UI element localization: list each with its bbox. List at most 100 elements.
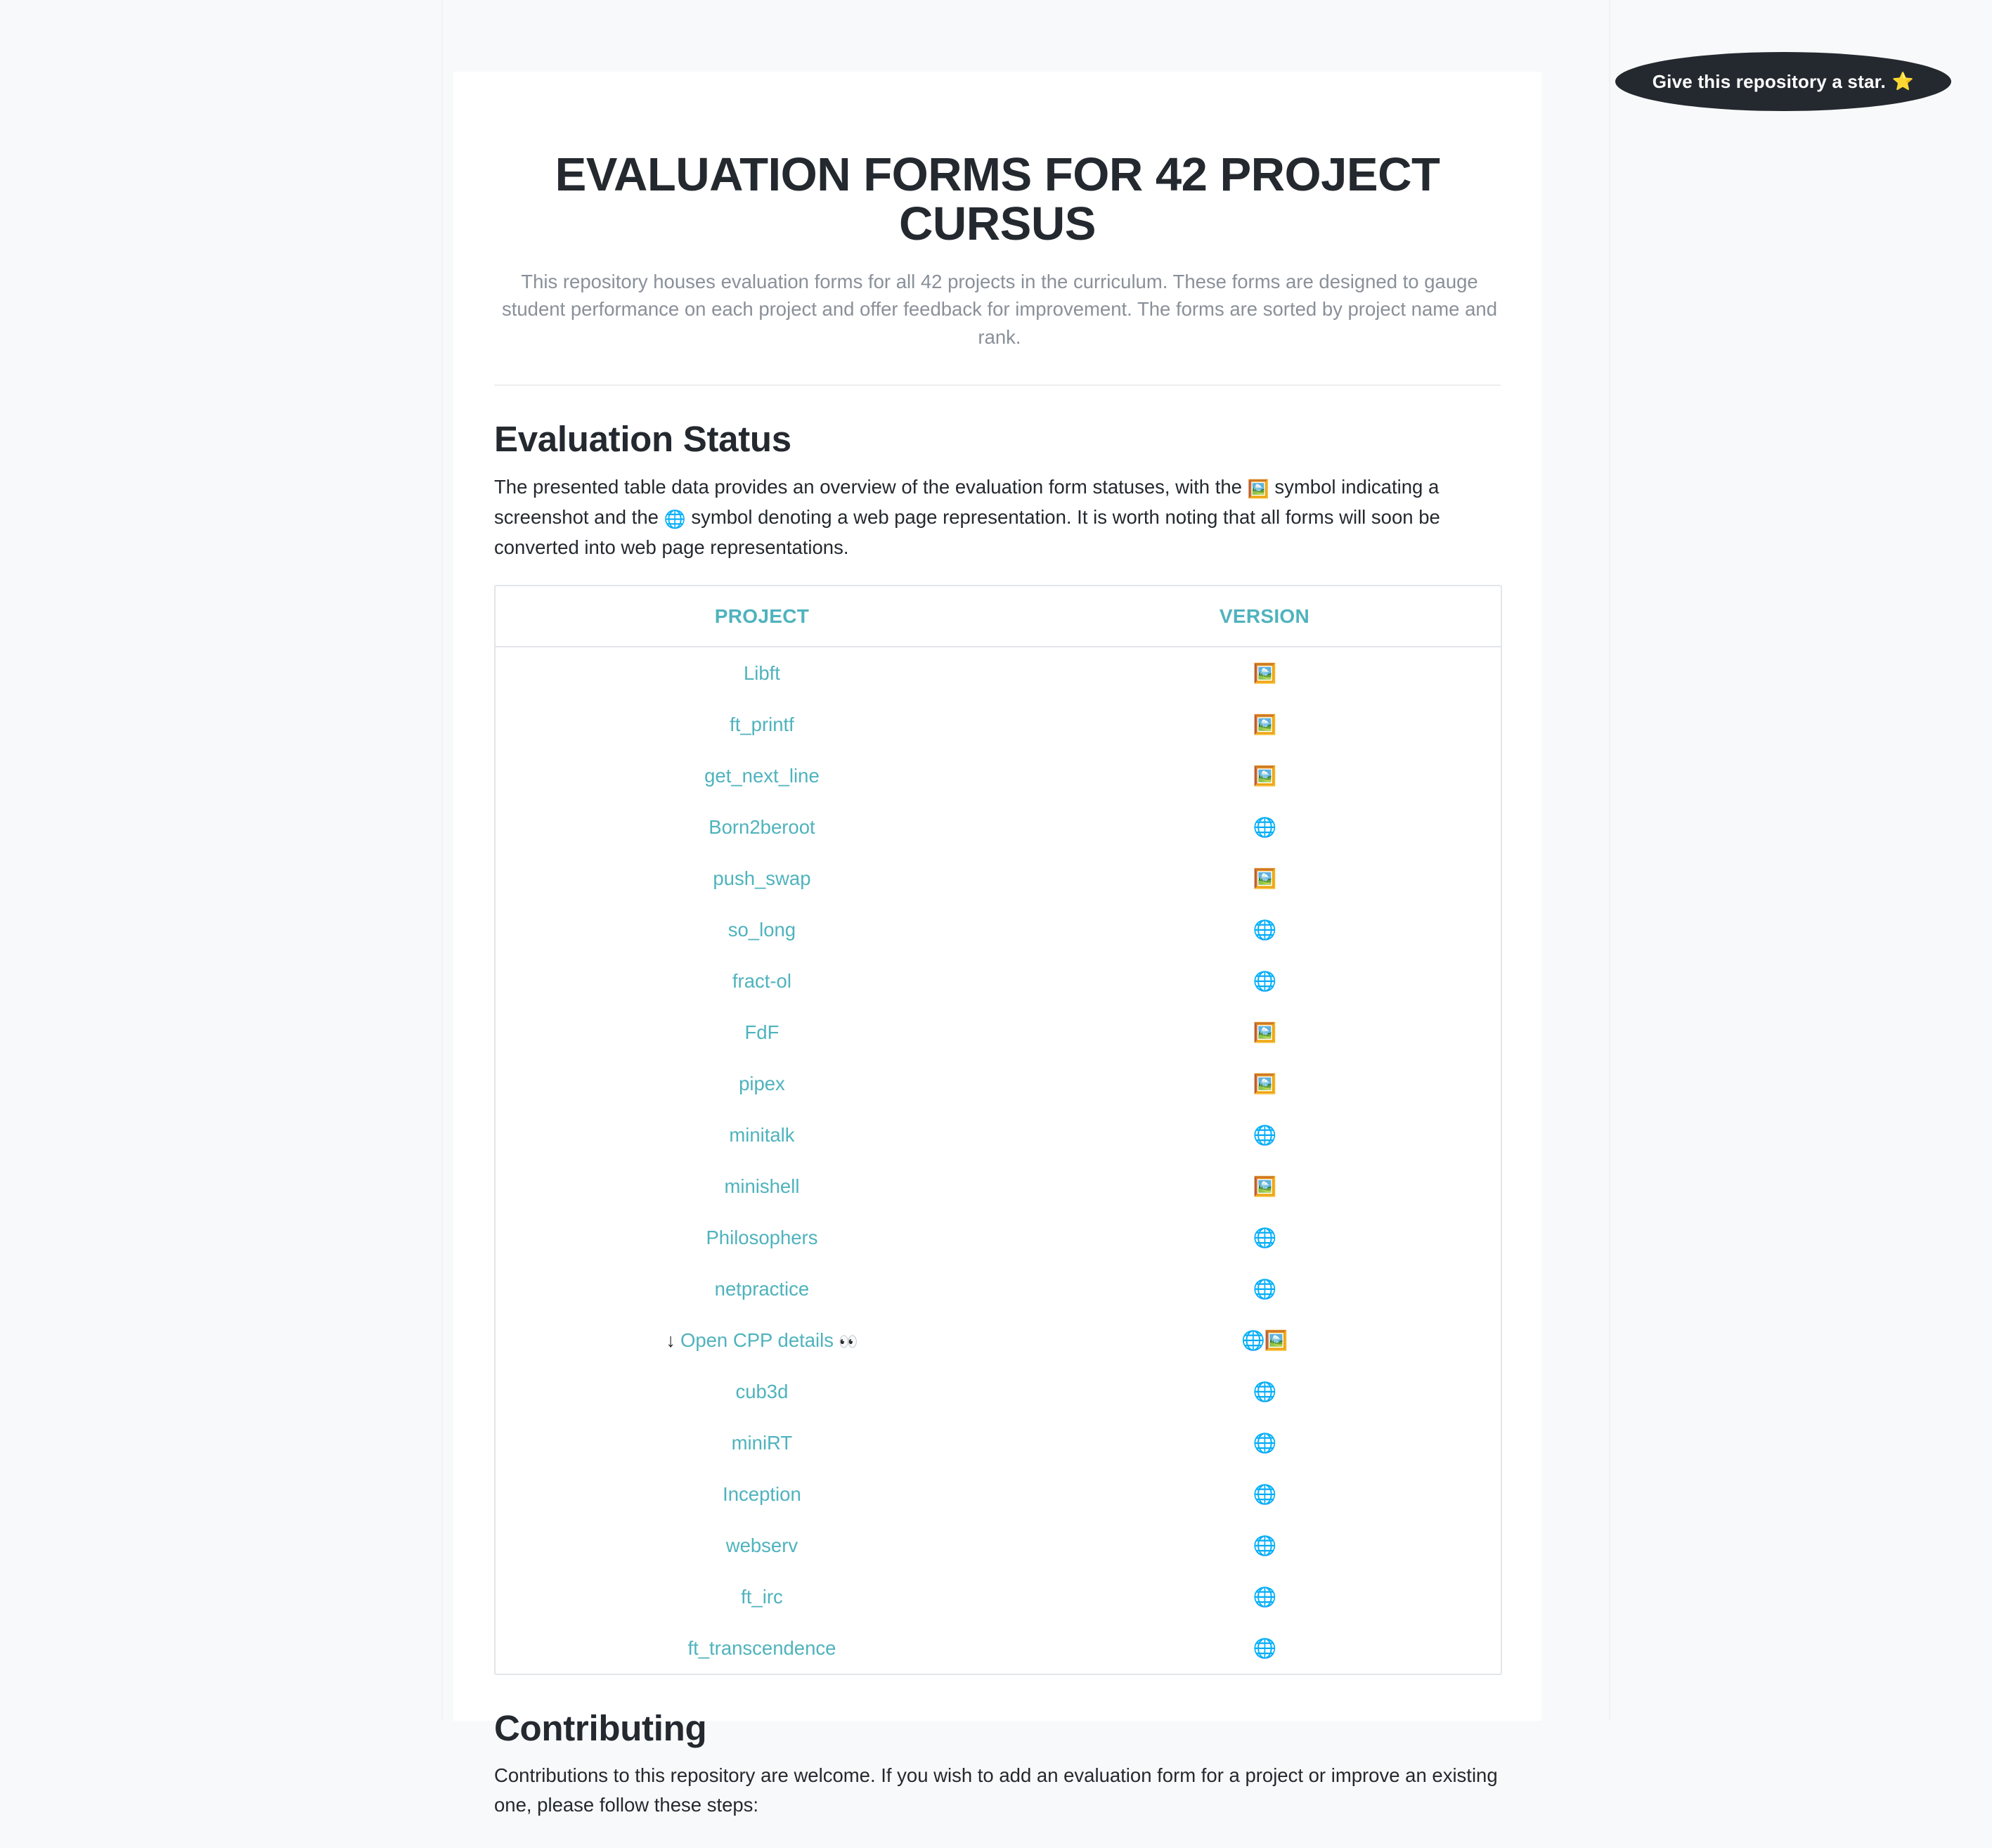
project-cell: FdF [496,1007,1028,1058]
project-cell: Born2beroot [496,801,1028,853]
table-row: Philosophers 🌐 [496,1212,1501,1263]
project-cell: ft_irc [496,1571,1028,1622]
star-badge-label: Give this repository a star. [1652,70,1886,92]
evaluation-status-heading: Evaluation Status [494,419,791,460]
version-cell: 🌐 [1253,1586,1277,1608]
contributing-description: Contributions to this repository are wel… [494,1764,1498,1816]
version-cell: 🖼️ [1253,713,1277,735]
table-row: ft_transcendence 🌐 [496,1622,1501,1674]
open-cpp-details-label: Open CPP details [680,1329,834,1352]
table-row: get_next_line 🖼️ [496,750,1501,801]
star-emoji-icon: ⭐ [1891,71,1915,91]
version-cell: 🖼️ [1253,1021,1277,1043]
project-link[interactable]: Libft [744,662,780,684]
evaluation-status-description: The presented table data provides an ove… [494,472,1501,562]
table-row: so_long 🌐 [496,904,1501,955]
project-cell: push_swap [496,853,1028,904]
project-cell: minishell [496,1161,1028,1212]
table-row: miniRT 🌐 [496,1417,1501,1468]
version-cell: 🖼️ [1253,765,1277,787]
eyes-icon: 👀 [839,1333,858,1351]
table-row: ↓ Open CPP details 👀 🌐🖼️ [496,1314,1501,1366]
project-link[interactable]: ft_irc [741,1586,783,1608]
column-header-version: VERSION [1028,586,1501,648]
version-cell: 🌐 [1253,1534,1277,1556]
star-repository-badge[interactable]: Give this repository a star. ⭐ [1615,52,1951,111]
project-cell: minitalk [496,1109,1028,1161]
contributing-heading: Contributing [494,1708,707,1749]
project-link[interactable]: ft_printf [730,713,794,735]
project-link[interactable]: get_next_line [704,765,820,787]
project-link[interactable]: pipex [739,1073,785,1094]
project-cell: Inception [496,1468,1028,1520]
globe-icon: 🌐 [664,509,686,529]
table-row: ft_irc 🌐 [496,1571,1501,1622]
project-cell: so_long [496,904,1028,955]
table-row: FdF 🖼️ [496,1007,1501,1058]
version-cell: 🖼️ [1253,662,1277,684]
version-cell: 🌐 [1253,1637,1277,1659]
project-cell: pipex [496,1058,1028,1109]
project-link[interactable]: Philosophers [706,1227,817,1248]
column-header-project: PROJECT [496,586,1028,648]
project-link[interactable]: so_long [728,919,796,941]
project-link[interactable]: webserv [726,1534,798,1556]
project-cell: fract-ol [496,955,1028,1007]
table-row: pipex 🖼️ [496,1058,1501,1109]
version-cell: 🌐 [1253,1432,1277,1454]
project-link[interactable]: FdF [745,1021,780,1043]
project-cell: ft_transcendence [496,1622,1028,1674]
table-row: ft_printf 🖼️ [496,699,1501,750]
project-cell: netpractice [496,1263,1028,1314]
project-cell: get_next_line [496,750,1028,801]
version-cell: 🌐 [1253,816,1277,838]
project-link[interactable]: fract-ol [732,970,791,992]
table-header-row: PROJECT VERSION [496,586,1501,648]
version-cell: 🌐 [1253,970,1277,992]
project-cell: webserv [496,1520,1028,1571]
table-row: Born2beroot 🌐 [496,801,1501,853]
version-cell: 🖼️ [1253,867,1277,889]
project-link[interactable]: Inception [723,1483,801,1505]
table-head: PROJECT VERSION [496,586,1501,648]
project-cell: ↓ Open CPP details 👀 [496,1314,1028,1366]
project-cell: miniRT [496,1417,1028,1468]
project-link[interactable]: miniRT [732,1432,793,1454]
project-link[interactable]: cub3d [735,1381,788,1402]
project-cell: Libft [496,647,1028,699]
table-row: cub3d 🌐 [496,1366,1501,1417]
project-cell: ft_printf [496,699,1028,750]
table-row: minitalk 🌐 [496,1109,1501,1161]
project-cell: cub3d [496,1366,1028,1417]
project-link[interactable]: push_swap [713,867,810,889]
page-title: EVALUATION FORMS FOR 42 PROJECT CURSUS [555,148,1440,251]
version-cell: 🖼️ [1253,1175,1277,1197]
table-row: minishell 🖼️ [496,1161,1501,1212]
description-text-part-1: The presented table data provides an ove… [494,475,1248,498]
table-row: push_swap 🖼️ [496,853,1501,904]
version-cell: 🌐 [1253,1278,1277,1300]
readme-panel: EVALUATION FORMS FOR 42 PROJECT CURSUS T… [453,72,1541,1816]
page-subtitle: This repository houses evaluation forms … [501,270,1497,348]
page-background-left [0,0,443,1721]
project-link[interactable]: Born2beroot [709,816,815,838]
project-link[interactable]: ft_transcendence [687,1637,836,1659]
project-link[interactable]: netpractice [715,1278,810,1300]
version-cell: 🌐 [1253,919,1277,941]
version-cell: 🖼️ [1253,1073,1277,1094]
open-cpp-details-toggle[interactable]: ↓ Open CPP details 👀 [666,1329,858,1352]
table-row: webserv 🌐 [496,1520,1501,1571]
contributing-section: Contributing Contributions to this repos… [494,1709,1501,1848]
project-cell: Philosophers [496,1212,1028,1263]
version-cell: 🌐 [1253,1381,1277,1402]
project-link[interactable]: minitalk [729,1124,794,1146]
header-divider [494,385,1501,387]
project-link[interactable]: minishell [724,1175,799,1197]
table-row: Libft 🖼️ [496,647,1501,699]
table-row: Inception 🌐 [496,1468,1501,1520]
table-row: fract-ol 🌐 [496,955,1501,1007]
version-cell: 🌐🖼️ [1241,1329,1288,1351]
version-cell: 🌐 [1253,1124,1277,1146]
page-background-right [1541,0,1992,1721]
disclosure-arrow-icon: ↓ [666,1330,675,1352]
